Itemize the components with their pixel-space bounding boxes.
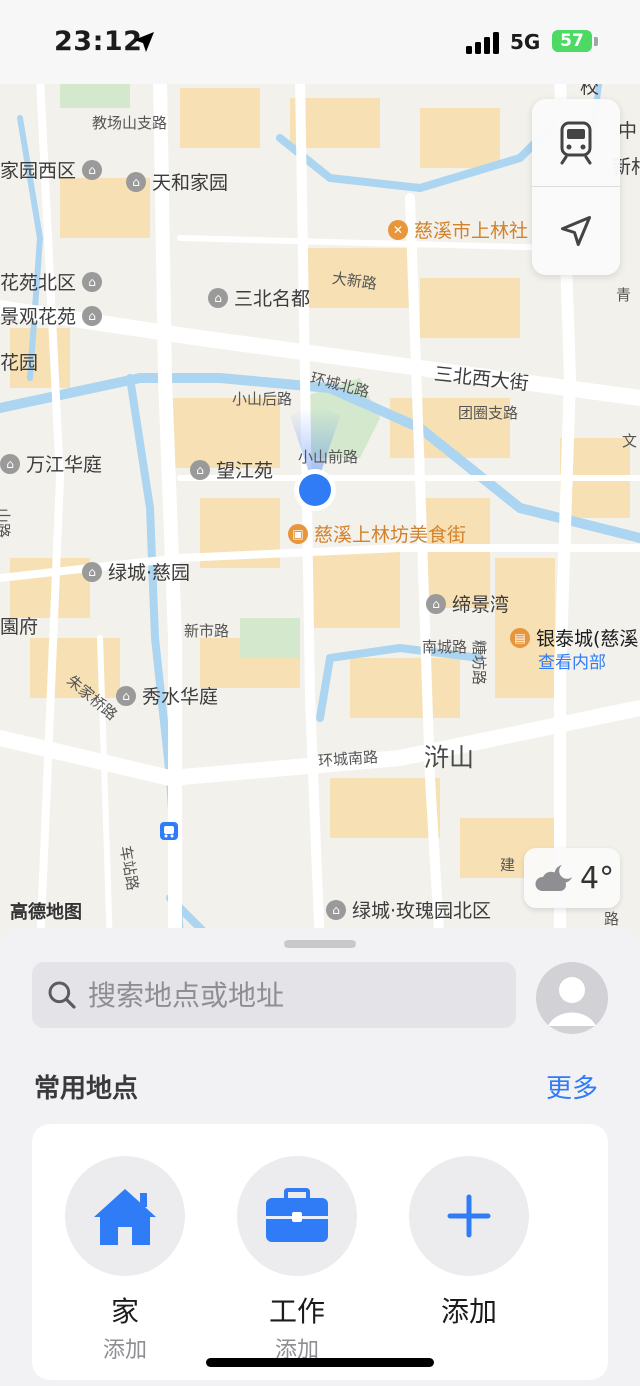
road-label: 教场山支路: [92, 114, 168, 132]
residential-icon: ⌂: [208, 287, 228, 308]
favorite-work-circle[interactable]: [237, 1156, 357, 1276]
battery-indicator: 57: [552, 30, 592, 52]
poi-wangjiang[interactable]: ⌂ 望江苑: [190, 456, 273, 483]
road-label: 南城路: [422, 638, 468, 656]
road-label: 路: [604, 910, 620, 928]
road-label: 糖坊路: [470, 640, 488, 686]
cloudy-night-icon: [535, 865, 572, 891]
area-label: 中: [618, 120, 638, 142]
poi-meigui[interactable]: ⌂ 绿城·玫瑰园北区: [326, 896, 491, 923]
poi-huayuanbei[interactable]: 花苑北区 ⌂: [0, 268, 108, 295]
road-label: 新市路: [184, 622, 230, 640]
home-icon: [94, 1189, 156, 1245]
residential-icon: ⌂: [426, 593, 446, 614]
mall-icon: ▤: [510, 627, 530, 648]
poi-jingguan[interactable]: 景观花苑 ⌂: [0, 302, 108, 329]
residential-icon: ⌂: [82, 271, 103, 292]
map-logo: 高德地图: [10, 902, 82, 923]
search-input[interactable]: [88, 978, 488, 1012]
search-icon: [48, 981, 76, 1009]
poi-xiushui[interactable]: ⌂ 秀水华庭: [116, 682, 218, 709]
poi-wanjiang[interactable]: ⌂ 万江华庭: [0, 450, 102, 477]
poi-dijingwan[interactable]: ⌂ 缔景湾: [426, 590, 509, 617]
user-icon: [548, 977, 596, 1026]
poi-jiayuanxiqu[interactable]: 家园西区 ⌂: [0, 156, 108, 183]
residential-icon: ⌂: [116, 685, 136, 706]
road-label: 小山前路: [298, 448, 359, 466]
area-label: 花园: [0, 352, 39, 374]
battery-tip: [594, 37, 598, 46]
weather-temp: 4°: [580, 860, 615, 896]
poi-shanglin-top[interactable]: ✕ 慈溪市上林社: [388, 216, 528, 243]
train-icon: [560, 121, 592, 164]
plus-icon: [447, 1194, 491, 1238]
status-bar: 23:12 5G 57: [0, 0, 640, 84]
poi-sanbei[interactable]: ⌂ 三北名都: [208, 284, 310, 311]
favorite-sub: 添加: [102, 1338, 147, 1363]
road-label: 建: [500, 856, 516, 874]
bus-stop-icon[interactable]: [160, 822, 178, 840]
road-label: 山路: [0, 508, 12, 539]
favorites-title: 常用地点: [34, 1074, 139, 1104]
favorite-add-circle[interactable]: [409, 1156, 529, 1276]
residential-icon: ⌂: [326, 899, 346, 920]
residential-icon: ⌂: [126, 171, 146, 192]
favorite-name: 家: [110, 1295, 139, 1328]
home-indicator[interactable]: [206, 1358, 434, 1367]
more-button[interactable]: 更多: [546, 1068, 598, 1105]
map-controls: [532, 99, 620, 275]
poi-tianhe[interactable]: ⌂ 天和家园: [126, 168, 228, 195]
road-label: 环城南路: [317, 747, 379, 771]
road-label: 文: [622, 432, 638, 450]
district-label: 浒山: [424, 743, 475, 772]
cellular-signal-icon: [466, 32, 499, 54]
residential-icon: ⌂: [82, 561, 102, 582]
residential-icon: ⌂: [82, 159, 103, 180]
status-time: 23:12: [54, 26, 143, 57]
sheet-grabber[interactable]: [284, 940, 356, 948]
favorite-home[interactable]: 家 添加: [50, 1156, 200, 1364]
road-label: 青: [616, 286, 632, 304]
poi-yintai[interactable]: ▤ 银泰城(慈溪: [510, 624, 638, 651]
transit-layer-button[interactable]: [532, 99, 620, 186]
view-inside-link[interactable]: 查看内部: [538, 648, 606, 673]
poi-lvcheng-ciyuan[interactable]: ⌂ 绿城·慈园: [82, 558, 190, 585]
area-label: 園府: [0, 616, 39, 638]
favorite-name: 添加: [440, 1295, 497, 1328]
favorite-home-circle[interactable]: [65, 1156, 185, 1276]
residential-icon: ⌂: [190, 459, 210, 480]
location-services-icon: [134, 32, 154, 52]
food-icon: ✕: [388, 219, 408, 240]
residential-icon: ⌂: [0, 453, 20, 474]
navigation-arrow-icon: [561, 215, 591, 246]
weather-chip[interactable]: 4°: [524, 848, 620, 908]
avatar[interactable]: [536, 962, 608, 1034]
road-label: 小山后路: [232, 390, 293, 408]
briefcase-icon: [266, 1188, 328, 1242]
network-type: 5G: [510, 30, 541, 54]
bottom-sheet: 常用地点 更多 家 添加 工作 添加: [0, 928, 640, 1386]
shopping-icon: ▣: [288, 523, 308, 544]
residential-icon: ⌂: [82, 305, 103, 326]
locate-me-button[interactable]: [532, 187, 620, 274]
favorite-add[interactable]: 添加: [394, 1156, 544, 1330]
favorite-work[interactable]: 工作 添加: [222, 1156, 372, 1364]
favorite-name: 工作: [268, 1295, 325, 1328]
search-bar[interactable]: [32, 962, 516, 1028]
road-label: 团圈支路: [458, 404, 519, 422]
poi-food-street[interactable]: ▣ 慈溪上林坊美食街: [288, 520, 466, 547]
favorites-card: 家 添加 工作 添加 添加: [32, 1124, 608, 1380]
